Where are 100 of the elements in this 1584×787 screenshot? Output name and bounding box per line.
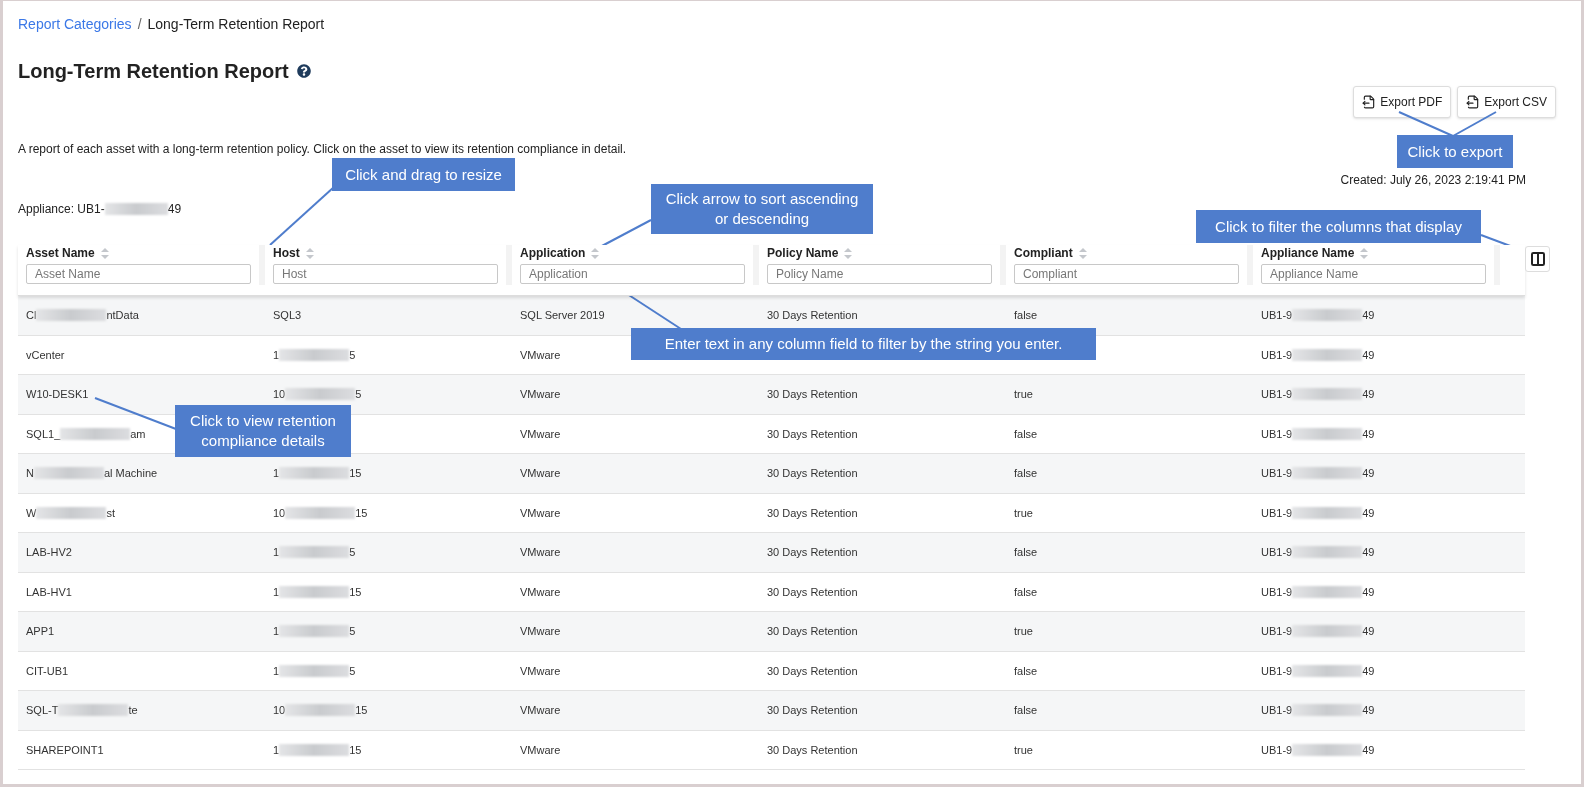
table-cell-text: 30 Days Retention xyxy=(767,426,858,442)
table-row[interactable]: APP1 1 5 VMware 30 Days Retention true UB1-9 49 xyxy=(18,612,1525,652)
asset-name-link[interactable]: SQL-T te xyxy=(26,702,138,719)
table-cell-text: VMware xyxy=(520,347,561,363)
asset-name-link[interactable]: Cl ntData xyxy=(26,307,139,324)
table-cell-text: false xyxy=(1014,308,1038,323)
asset-name-link[interactable]: N al Machine xyxy=(26,465,158,482)
columns-icon xyxy=(1529,251,1546,267)
table-cell-text: false xyxy=(1014,466,1038,481)
table-cell-text: VMware xyxy=(520,466,561,481)
table-cell-text: 10 5 xyxy=(273,387,362,403)
leader-line xyxy=(269,186,335,246)
column-header[interactable]: Compliant xyxy=(1014,244,1073,262)
table-row[interactable]: SQL-T te 10 15 VMware 30 Days Retention false UB1-9 49 xyxy=(18,691,1525,731)
export-icon xyxy=(1362,95,1377,109)
help-icon[interactable] xyxy=(296,64,311,78)
column-header[interactable]: Appliance Name xyxy=(1261,244,1355,262)
callout: Click to view retention compliance details xyxy=(175,405,351,457)
table-cell-text: 30 Days Retention xyxy=(767,387,858,402)
asset-name-link[interactable]: SHAREPOINT1 xyxy=(26,741,104,758)
table-cell-text: UB1-9 49 xyxy=(1261,387,1375,403)
callout: Click to export xyxy=(1397,135,1513,168)
table-cell-text: UB1-9 49 xyxy=(1261,703,1375,719)
table-cell-text: 30 Days Retention xyxy=(767,742,858,758)
table-cell-text: UB1-9 49 xyxy=(1261,584,1375,600)
table-cell-text: VMware xyxy=(520,387,561,402)
table-cell-text: UB1-9 49 xyxy=(1261,545,1375,561)
table-cell-text: false xyxy=(1014,426,1038,442)
table-cell-text: 1 15 xyxy=(273,584,362,600)
table-cell-text: VMware xyxy=(520,426,561,442)
table-cell-text: SQL Server 2019 xyxy=(520,308,605,323)
table-cell-text: 1 5 xyxy=(273,624,356,640)
sort-icon[interactable] xyxy=(1360,247,1369,259)
table-cell-text: UB1-9 49 xyxy=(1261,426,1375,442)
page-title: Long-Term Retention Report xyxy=(18,59,289,84)
table-cell-text: UB1-9 49 xyxy=(1261,466,1375,482)
table-cell-text: 30 Days Retention xyxy=(767,545,858,560)
table-cell-text: 1 5 xyxy=(273,347,356,363)
column-chooser-button[interactable] xyxy=(1525,246,1550,272)
table-cell-text: 30 Days Retention xyxy=(767,663,858,679)
table-row[interactable]: W10-DESK1 10 5 VMware 30 Days Retention true UB1-9 49 xyxy=(18,375,1525,415)
appliance-label: Appliance: UB1- 49 xyxy=(18,201,182,218)
table-cell-text: false xyxy=(1014,703,1038,718)
table-cell-text: false xyxy=(1014,545,1038,560)
asset-name-link[interactable]: LAB-HV1 xyxy=(26,583,72,600)
column-filter-field[interactable]: Application xyxy=(520,264,745,284)
leader-line xyxy=(1398,111,1454,137)
callout: Click to filter the columns that display xyxy=(1196,210,1481,243)
table-cell-text: VMware xyxy=(520,703,561,718)
table-cell-text: UB1-9 49 xyxy=(1261,624,1375,640)
table-cell-text: 30 Days Retention xyxy=(767,466,858,481)
asset-name-link[interactable]: LAB-HV2 xyxy=(26,544,72,561)
table-row[interactable]: N al Machine 1 15 VMware 30 Days Retention false UB1-9 49 xyxy=(18,454,1525,494)
table-cell-text: 30 Days Retention xyxy=(767,703,858,718)
table-cell-text: UB1-9 49 xyxy=(1261,742,1375,758)
callout: Click arrow to sort ascending or descending xyxy=(651,184,873,234)
column-header[interactable]: Asset Name xyxy=(26,244,95,262)
column-header[interactable]: Policy Name xyxy=(767,244,839,262)
table-cell-text: UB1-9 49 xyxy=(1261,663,1375,679)
column-header[interactable]: Host xyxy=(273,244,300,262)
table-cell-text: 30 Days Retention xyxy=(767,308,858,323)
sort-icon[interactable] xyxy=(100,247,109,259)
table-cell-text: VMware xyxy=(520,505,561,521)
table-cell-text: UB1-9 49 xyxy=(1261,347,1375,363)
asset-name-link[interactable]: W10-DESK1 xyxy=(26,386,89,403)
sort-icon[interactable] xyxy=(844,247,853,259)
asset-name-link[interactable]: APP1 xyxy=(26,623,55,640)
asset-name-link[interactable]: CIT-UB1 xyxy=(26,662,69,679)
sort-icon[interactable] xyxy=(1078,247,1087,259)
asset-name-link[interactable]: SQL1_ am xyxy=(26,425,146,442)
column-filter-field[interactable]: Appliance Name xyxy=(1261,264,1486,284)
column-header[interactable]: Application xyxy=(520,244,586,262)
column-filter-field[interactable]: Compliant xyxy=(1014,264,1239,284)
table-cell-text: 1 5 xyxy=(273,545,356,561)
table-cell-text: 10 15 xyxy=(273,505,368,521)
table-cell-text: 30 Days Retention xyxy=(767,505,858,521)
export-button[interactable]: Export CSV xyxy=(1457,86,1556,118)
table-cell-text: UB1-9 49 xyxy=(1261,308,1375,324)
table-cell-text: true xyxy=(1014,387,1033,402)
table-cell-text: false xyxy=(1014,584,1038,600)
breadcrumb-current: Long-Term Retention Report xyxy=(147,14,325,34)
breadcrumb-link[interactable]: Report Categories xyxy=(18,13,132,35)
table-cell-text: 30 Days Retention xyxy=(767,584,858,600)
table-cell-text: true xyxy=(1014,742,1033,758)
table-cell-text: UB1-9 49 xyxy=(1261,505,1375,521)
table-row[interactable]: LAB-HV2 1 5 VMware 30 Days Retention false UB1-9 49 xyxy=(18,533,1525,573)
export-button[interactable]: Export PDF xyxy=(1353,86,1452,118)
column-filter-field[interactable]: Policy Name xyxy=(767,264,992,284)
table-cell-text: SQL3 xyxy=(273,308,302,323)
sort-icon[interactable] xyxy=(591,247,600,259)
table-cell-text: VMware xyxy=(520,624,561,639)
column-filter-field[interactable]: Host xyxy=(273,264,498,284)
table-cell-text: false xyxy=(1014,663,1038,679)
breadcrumb-separator: / xyxy=(137,14,142,34)
table-row[interactable]: Cl ntData SQL3 SQL Server 2019 30 Days Retention false UB1-9 49 xyxy=(18,296,1525,336)
asset-name-link[interactable]: vCenter xyxy=(26,346,65,363)
column-filter-field[interactable]: Asset Name xyxy=(26,264,251,284)
table-cell-text: true xyxy=(1014,624,1033,639)
callout: Click and drag to resize xyxy=(332,158,515,191)
sort-icon[interactable] xyxy=(305,247,314,259)
